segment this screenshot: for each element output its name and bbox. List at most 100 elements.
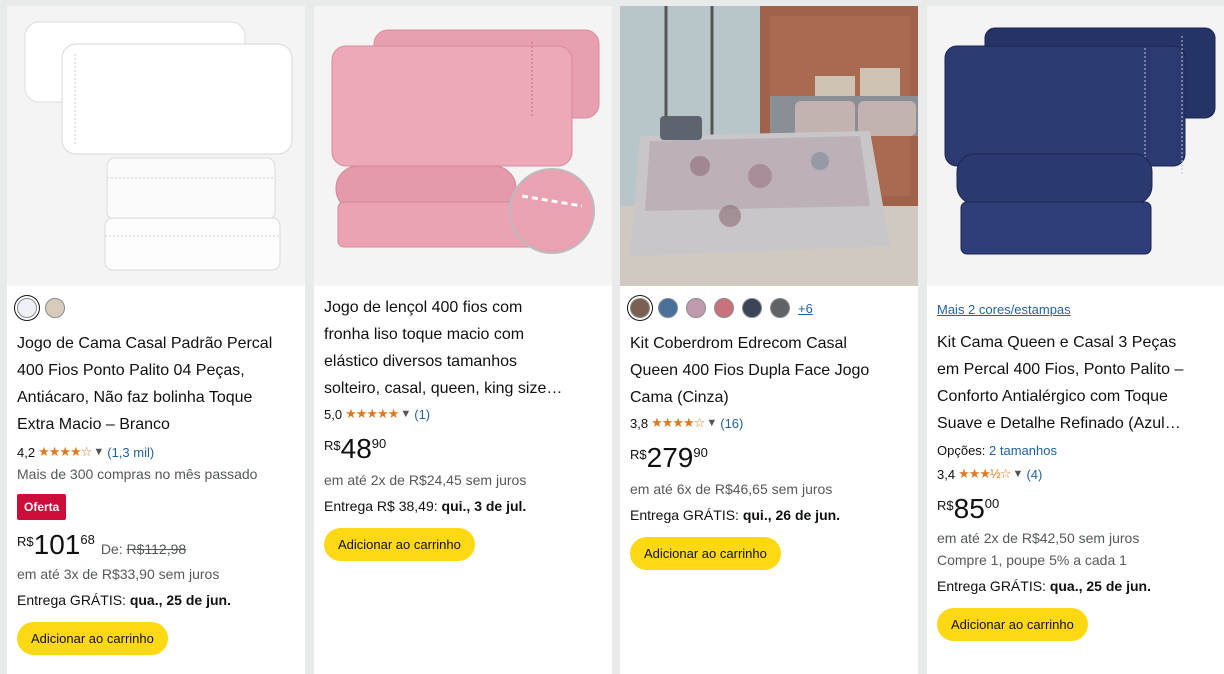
rating-row: 3,4 ★★★½☆ ▼ (4) — [937, 464, 1214, 484]
color-swatch[interactable] — [742, 298, 762, 318]
installments: em até 6x de R$46,65 sem juros — [630, 481, 833, 497]
delivery-prefix: Entrega GRÁTIS: — [630, 507, 739, 523]
installments: em até 2x de R$24,45 sem juros — [324, 472, 527, 488]
title-line: solteiro, casal, queen, king size… — [324, 380, 563, 397]
price-currency: R$ — [17, 534, 34, 549]
chevron-down-icon[interactable]: ▼ — [93, 446, 104, 458]
rating-row: 5,0 ★★★★★ ▼ (1) — [324, 404, 602, 424]
promo-info: Compre 1, poupe 5% a cada 1 — [937, 552, 1127, 568]
price-fraction: 90 — [693, 445, 708, 460]
rating-value: 4,2 — [17, 444, 36, 460]
title-line: Queen 400 Fios Dupla Face Jogo — [630, 362, 870, 379]
product-title[interactable]: Kit Cama Queen e Casal 3 Peças em Percal… — [937, 329, 1214, 437]
installments: em até 3x de R$33,90 sem juros — [17, 566, 220, 582]
title-line: 400 Fios Ponto Palito 04 Peças, — [17, 362, 245, 379]
star-rating-icon[interactable]: ★★★★★ — [345, 406, 399, 422]
color-swatch[interactable] — [714, 298, 734, 318]
delivery-info: Entrega GRÁTIS: qua., 25 de jun. — [937, 576, 1214, 596]
price-whole: 85 — [953, 493, 985, 524]
product-image[interactable] — [7, 6, 305, 286]
price-fraction: 90 — [371, 436, 387, 451]
rating-count-link[interactable]: (16) — [720, 416, 743, 431]
star-rating-icon[interactable]: ★★★½☆ — [958, 466, 1011, 482]
price[interactable]: R$ 101 68 De: R$112,98 — [17, 530, 295, 560]
rating-row: 4,2 ★★★★☆ ▼ (1,3 mil) — [17, 442, 295, 462]
color-swatch[interactable] — [658, 298, 678, 318]
product-card: +6 Kit Coberdrom Edrecom Casal Queen 400… — [620, 6, 918, 674]
chevron-down-icon[interactable]: ▼ — [400, 408, 411, 420]
product-card: Mais 2 cores/estampas Kit Cama Queen e C… — [927, 6, 1224, 674]
color-swatch[interactable] — [17, 298, 37, 318]
delivery-date: qui., 26 de jun. — [742, 507, 841, 523]
delivery-prefix: Entrega GRÁTIS: — [17, 592, 126, 608]
price[interactable]: R$ 85 00 — [937, 494, 1214, 524]
price-fraction: 00 — [984, 496, 1000, 511]
title-line: Jogo de lençol 400 fios com — [324, 299, 523, 316]
rating-count-link[interactable]: (4) — [1026, 467, 1042, 482]
product-image[interactable] — [927, 6, 1224, 286]
title-line: Extra Macio – Branco — [17, 416, 170, 433]
product-card: Jogo de Cama Casal Padrão Percal 400 Fio… — [7, 6, 305, 674]
rating-value: 5,0 — [324, 406, 343, 422]
color-swatch[interactable] — [45, 298, 65, 318]
options-label: Opções: — [937, 443, 986, 458]
title-line: elástico diversos tamanhos — [324, 353, 517, 370]
delivery-info: Entrega R$ 38,49: qui., 3 de jul. — [324, 496, 602, 516]
price-whole: 101 — [33, 529, 81, 560]
product-title[interactable]: Kit Coberdrom Edrecom Casal Queen 400 Fi… — [630, 330, 908, 411]
add-to-cart-button[interactable]: Adicionar ao carrinho — [17, 622, 168, 655]
delivery-date: qua., 25 de jun. — [129, 592, 231, 608]
title-line: fronha liso toque macio com — [324, 326, 525, 343]
price[interactable]: R$ 48 90 — [324, 434, 602, 464]
color-swatch[interactable] — [770, 298, 790, 318]
delivery-prefix: Entrega R$ 38,49: — [324, 498, 438, 514]
deal-badge: Oferta — [17, 494, 67, 520]
star-rating-icon[interactable]: ★★★★☆ — [651, 415, 705, 431]
rating-count-link[interactable]: (1) — [414, 407, 430, 422]
options-row: Opções: 2 tamanhos — [937, 443, 1214, 458]
color-swatches: +6 — [630, 298, 813, 318]
title-line: Cama (Cinza) — [630, 389, 729, 406]
results-grid: Jogo de Cama Casal Padrão Percal 400 Fio… — [0, 0, 1224, 674]
price-currency: R$ — [324, 438, 341, 453]
add-to-cart-button[interactable]: Adicionar ao carrinho — [630, 537, 781, 570]
price-currency: R$ — [630, 447, 647, 462]
price[interactable]: R$ 279 90 — [630, 443, 908, 473]
list-price-label: De: — [100, 541, 123, 557]
title-line: Suave e Detalhe Refinado (Azul… — [937, 415, 1181, 432]
title-line: Conforto Antialérgico com Toque — [937, 388, 1168, 405]
list-price-value: R$112,98 — [126, 541, 187, 557]
list-price: De: R$112,98 — [101, 541, 186, 557]
color-swatch[interactable] — [686, 298, 706, 318]
color-swatch[interactable] — [630, 298, 650, 318]
title-line: Kit Cama Queen e Casal 3 Peças — [937, 334, 1177, 351]
price-fraction: 68 — [80, 532, 95, 547]
more-swatches-link[interactable]: +6 — [798, 301, 813, 316]
delivery-prefix: Entrega GRÁTIS: — [937, 578, 1046, 594]
delivery-date: qui., 3 de jul. — [441, 498, 527, 514]
color-swatches — [17, 298, 65, 318]
delivery-info: Entrega GRÁTIS: qua., 25 de jun. — [17, 590, 295, 610]
add-to-cart-button[interactable]: Adicionar ao carrinho — [324, 528, 475, 561]
star-rating-icon[interactable]: ★★★★☆ — [38, 444, 92, 460]
product-image[interactable] — [620, 6, 918, 286]
product-title[interactable]: Jogo de lençol 400 fios com fronha liso … — [324, 294, 602, 402]
price-whole: 48 — [340, 433, 372, 464]
chevron-down-icon[interactable]: ▼ — [1013, 468, 1024, 480]
title-line: Antiácaro, Não faz bolinha Toque — [17, 389, 253, 406]
product-title[interactable]: Jogo de Cama Casal Padrão Percal 400 Fio… — [17, 330, 295, 438]
title-line: Kit Coberdrom Edrecom Casal — [630, 335, 847, 352]
installments: em até 2x de R$42,50 sem juros — [937, 530, 1140, 546]
title-line: Jogo de Cama Casal Padrão Percal — [17, 335, 273, 352]
options-link[interactable]: 2 tamanhos — [989, 443, 1057, 458]
rating-count-link[interactable]: (1,3 mil) — [107, 445, 154, 460]
add-to-cart-button[interactable]: Adicionar ao carrinho — [937, 608, 1088, 641]
more-colors-link[interactable]: Mais 2 cores/estampas — [937, 302, 1214, 317]
bought-info: Mais de 300 compras no mês passado — [17, 466, 258, 482]
product-image[interactable] — [314, 6, 612, 286]
delivery-date: qua., 25 de jun. — [1049, 578, 1151, 594]
price-currency: R$ — [937, 498, 954, 513]
delivery-info: Entrega GRÁTIS: qui., 26 de jun. — [630, 505, 908, 525]
chevron-down-icon[interactable]: ▼ — [706, 417, 717, 429]
product-card: Jogo de lençol 400 fios com fronha liso … — [314, 6, 612, 674]
